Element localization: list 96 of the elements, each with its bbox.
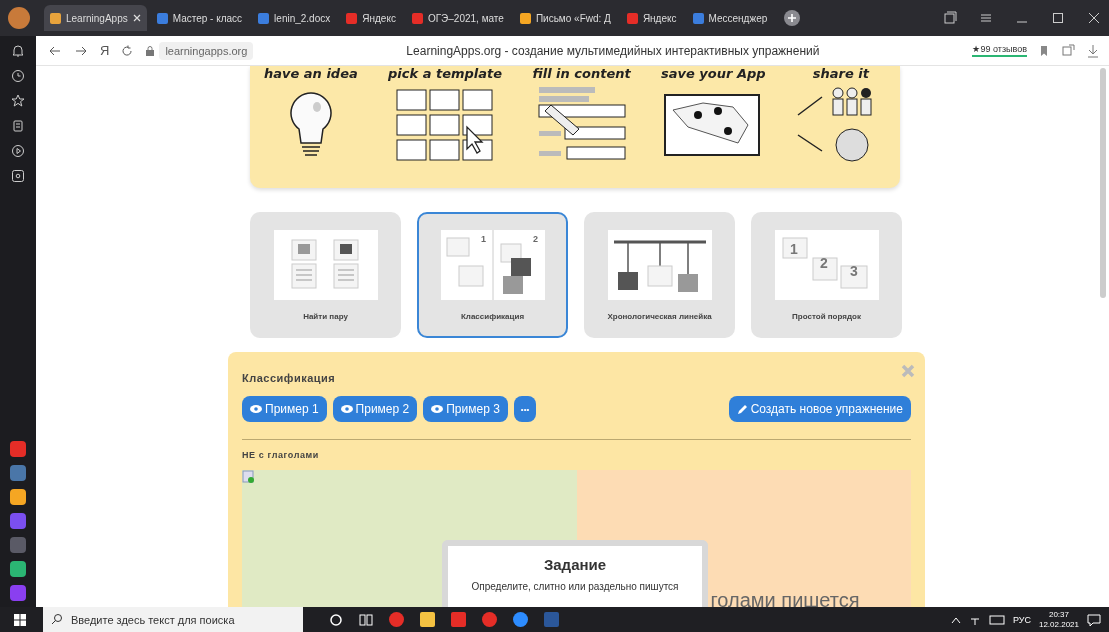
keyboard-icon[interactable] (988, 614, 1005, 625)
browser-tab[interactable]: Яндекс (340, 5, 402, 31)
windows-start-icon[interactable] (13, 612, 27, 627)
app-icon[interactable] (10, 489, 26, 505)
close-icon[interactable] (132, 14, 141, 22)
tab-favicon-icon (346, 12, 358, 24)
box-icon[interactable] (11, 169, 25, 183)
tab-favicon-icon (692, 12, 704, 24)
example-button[interactable]: Пример 1 (242, 396, 327, 422)
browser-logo-icon[interactable] (8, 7, 30, 29)
eye-icon (250, 405, 262, 413)
taskbar-search-field[interactable]: Введите здесь текст для поиска (43, 607, 303, 632)
exercise-title: НЕ с глаголами (242, 450, 320, 460)
preview-number: 1 (789, 240, 798, 257)
app-icon[interactable] (10, 585, 26, 601)
preview-number: 3 (849, 262, 858, 279)
app-icon[interactable] (10, 513, 26, 529)
menu-icon[interactable] (979, 11, 993, 25)
more-button[interactable]: ••• (513, 396, 537, 422)
pencil-icon (736, 403, 748, 415)
tab-label: ОГЭ–2021, мате (427, 12, 504, 24)
clock-date: 12.02.2021 (1038, 619, 1079, 630)
help-icon[interactable] (242, 470, 256, 484)
play-icon[interactable] (11, 144, 25, 158)
clock-icon[interactable] (11, 69, 25, 83)
browser-tab[interactable]: Мессенджер (686, 5, 774, 31)
step-label: save your App (661, 66, 766, 81)
task-view-icon[interactable] (359, 612, 373, 627)
browser-tab[interactable]: Письмо «Fwd: Д (513, 5, 617, 31)
panel-title: Классификация (242, 372, 337, 384)
extension-icon[interactable] (1061, 43, 1075, 58)
tab-favicon-icon (519, 12, 531, 24)
tabs-icon[interactable] (943, 11, 957, 25)
notes-icon[interactable] (11, 119, 25, 133)
browser-tab[interactable]: Яндекс (620, 5, 683, 31)
browser-app-icon[interactable] (389, 612, 404, 627)
bookmark-icon[interactable] (1039, 44, 1049, 57)
browser-tab[interactable]: ОГЭ–2021, мате (405, 5, 510, 31)
browser-tab[interactable]: lenin_2.docx (252, 5, 337, 31)
step-label: have an idea (264, 66, 358, 81)
new-tab-icon[interactable] (783, 9, 802, 27)
preview-number: 1 (480, 233, 486, 244)
yandex-button[interactable]: Я (100, 43, 110, 58)
download-icon[interactable] (1087, 43, 1099, 58)
preview-number: 2 (532, 233, 538, 244)
maximize-icon[interactable] (1051, 11, 1065, 25)
app-icon[interactable] (10, 561, 26, 577)
chevron-up-icon[interactable] (950, 615, 961, 624)
tab-label: Мессенджер (708, 12, 768, 24)
dialog-text: Определите, слитно или раздельно пишутся (471, 581, 679, 592)
yandex-app-icon[interactable] (482, 612, 497, 627)
template-card[interactable]: Найти пару (250, 212, 401, 338)
tab-label: Мастер - класс (172, 12, 243, 24)
step-label: fill in content (532, 66, 631, 81)
tab-label: LearningApps (66, 12, 128, 24)
reviews-link[interactable]: ★99 отзывов (972, 44, 1027, 57)
search-icon (51, 613, 63, 625)
scrollbar[interactable] (1100, 68, 1106, 298)
tab-favicon-icon (50, 12, 61, 24)
step-label: share it (812, 66, 870, 81)
tab-favicon-icon (258, 12, 270, 24)
preview-number: 2 (819, 254, 828, 271)
tab-favicon-icon (411, 12, 423, 24)
tab-label: Письмо «Fwd: Д (535, 12, 611, 24)
browser-tab[interactable]: Мастер - класс (150, 5, 249, 31)
tab-label: Яндекс (642, 12, 677, 24)
category-label: голами пишется (710, 589, 860, 607)
example-button[interactable]: Пример 2 (332, 396, 418, 422)
step-label: pick a template (388, 66, 503, 81)
cortana-icon[interactable] (329, 612, 343, 627)
close-icon[interactable] (1087, 11, 1101, 25)
browser-tab[interactable]: LearningApps (44, 5, 147, 31)
reload-icon[interactable] (121, 44, 134, 57)
template-card[interactable]: 1 2 Классификация (417, 212, 568, 338)
url-field[interactable]: learningapps.org (159, 41, 254, 60)
eye-icon (340, 405, 353, 413)
page-title: LearningApps.org - создание мультимедийных интерактивных упражнений (405, 43, 821, 58)
tab-favicon-icon (626, 12, 638, 24)
bell-icon[interactable] (11, 44, 25, 58)
video-app-icon[interactable] (513, 612, 528, 627)
template-card[interactable]: 1 2 3 Простой порядок (751, 212, 902, 338)
tab-label: lenin_2.docx (274, 12, 331, 24)
app-icon[interactable] (10, 465, 26, 481)
star-icon[interactable] (11, 94, 25, 108)
lock-icon (145, 44, 156, 57)
template-card[interactable]: Хронологическая линейка (584, 212, 735, 338)
example-button[interactable]: Пример 3 (423, 396, 508, 422)
notification-icon[interactable] (1087, 612, 1101, 627)
clock-time: 20:37 (1048, 609, 1069, 620)
app-icon[interactable] (10, 441, 26, 457)
dialog-title: Задание (543, 556, 607, 573)
create-exercise-button[interactable]: Создать новое упражнение (728, 396, 911, 422)
tab-label: Яндекс (362, 12, 396, 24)
eye-icon (431, 405, 444, 413)
tab-favicon-icon (156, 12, 168, 24)
language-indicator[interactable]: РУС (1012, 614, 1031, 625)
